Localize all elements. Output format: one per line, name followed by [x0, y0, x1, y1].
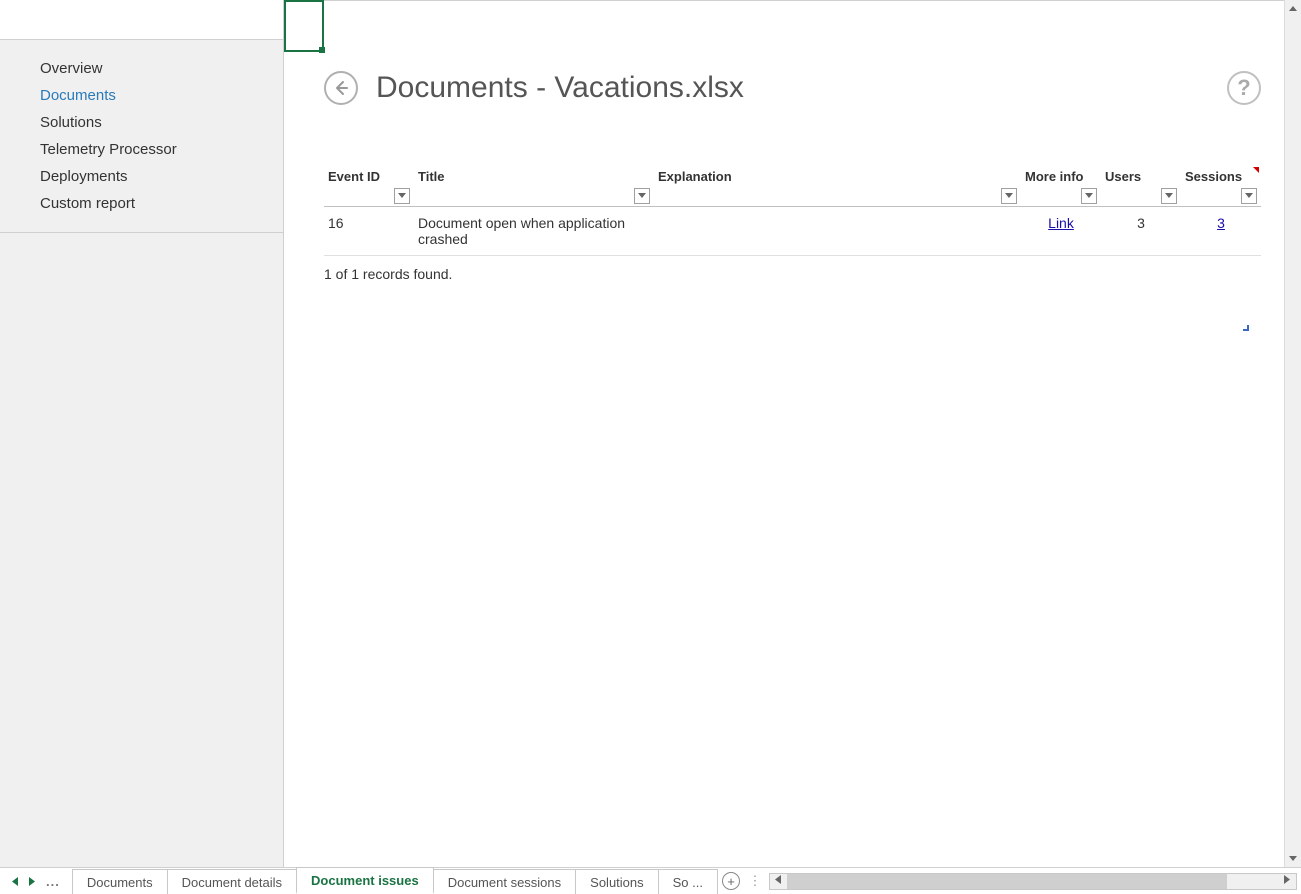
chevron-up-icon	[1289, 5, 1297, 13]
sheet-tab-overflow[interactable]: So ...	[658, 869, 718, 894]
nav-item-custom-report[interactable]: Custom report	[0, 190, 283, 217]
sheet-tab-bar: ... Documents Document details Document …	[0, 867, 1301, 894]
help-button[interactable]: ?	[1227, 71, 1261, 105]
scroll-up-button[interactable]	[1285, 0, 1301, 17]
cell-explanation	[654, 207, 1021, 256]
arrow-left-icon	[332, 79, 350, 97]
plus-icon: +	[722, 872, 740, 890]
chevron-down-icon	[638, 192, 646, 200]
nav-item-telemetry-processor[interactable]: Telemetry Processor	[0, 136, 283, 163]
sheet-tab-document-issues[interactable]: Document issues	[296, 867, 434, 894]
col-explanation-label: Explanation	[658, 169, 732, 184]
sheet-nav-controls: ...	[0, 868, 72, 894]
scroll-track[interactable]	[1285, 17, 1301, 850]
nav-item-overview[interactable]: Overview	[0, 55, 283, 82]
sidebar-header	[0, 0, 283, 40]
page-title: Documents - Vacations.xlsx	[376, 71, 744, 105]
triangle-left-icon	[12, 877, 19, 886]
vertical-scrollbar[interactable]	[1284, 0, 1301, 867]
col-event-id: Event ID	[324, 165, 414, 207]
comment-indicator-icon	[1253, 167, 1259, 173]
col-sessions-label: Sessions	[1185, 169, 1242, 184]
chevron-down-icon	[1245, 192, 1253, 200]
question-icon: ?	[1237, 75, 1250, 101]
chevron-down-icon	[398, 192, 406, 200]
col-event-id-label: Event ID	[328, 169, 380, 184]
nav-list: Overview Documents Solutions Telemetry P…	[0, 40, 283, 232]
sidebar: Overview Documents Solutions Telemetry P…	[0, 0, 284, 867]
tab-bar-drag-handle[interactable]: ⋮	[745, 868, 765, 894]
page-header: Documents - Vacations.xlsx ?	[284, 1, 1301, 105]
sheet-tab-solutions[interactable]: Solutions	[575, 869, 658, 894]
chevron-down-icon	[1005, 192, 1013, 200]
filter-event-id[interactable]	[394, 188, 410, 204]
sheet-nav-prev[interactable]	[12, 874, 19, 889]
chevron-down-icon	[1165, 192, 1173, 200]
chevron-down-icon	[1289, 855, 1297, 863]
triangle-left-icon	[775, 875, 782, 884]
events-table: Event ID Title Explanation	[324, 165, 1261, 256]
chevron-down-icon	[1085, 192, 1093, 200]
cell-event-id: 16	[324, 207, 414, 256]
hscroll-thumb[interactable]	[787, 874, 1227, 889]
col-more-info-label: More info	[1025, 169, 1084, 184]
col-more-info: More info	[1021, 165, 1101, 207]
active-cell-indicator[interactable]	[284, 0, 324, 52]
cell-users: 3	[1101, 207, 1181, 256]
nav-item-documents[interactable]: Documents	[0, 82, 283, 109]
col-explanation: Explanation	[654, 165, 1021, 207]
filter-more-info[interactable]	[1081, 188, 1097, 204]
more-info-link[interactable]: Link	[1048, 215, 1074, 231]
table-resize-handle[interactable]	[1243, 325, 1249, 331]
events-table-container: Event ID Title Explanation	[324, 165, 1261, 256]
nav-item-solutions[interactable]: Solutions	[0, 109, 283, 136]
col-title: Title	[414, 165, 654, 207]
sheet-tab-documents[interactable]: Documents	[72, 869, 168, 894]
col-users-label: Users	[1105, 169, 1141, 184]
sheet-nav-next[interactable]	[29, 874, 36, 889]
sidebar-lower-panel	[0, 232, 283, 867]
triangle-right-icon	[29, 877, 36, 886]
sessions-link[interactable]: 3	[1217, 215, 1225, 231]
sheet-tab-document-sessions[interactable]: Document sessions	[433, 869, 576, 894]
cell-fill-handle[interactable]	[319, 47, 325, 53]
sheet-tabs: Documents Document details Document issu…	[72, 868, 717, 894]
col-users: Users	[1101, 165, 1181, 207]
cell-sessions: 3	[1181, 207, 1261, 256]
hscroll-track[interactable]	[787, 874, 1279, 889]
main-content: Documents - Vacations.xlsx ? Event ID	[284, 0, 1301, 867]
nav-item-deployments[interactable]: Deployments	[0, 163, 283, 190]
scroll-right-button[interactable]	[1279, 875, 1296, 887]
back-button[interactable]	[324, 71, 358, 105]
table-row: 16 Document open when application crashe…	[324, 207, 1261, 256]
add-sheet-button[interactable]: +	[717, 868, 745, 894]
filter-users[interactable]	[1161, 188, 1177, 204]
triangle-right-icon	[1284, 875, 1291, 884]
cell-more-info: Link	[1021, 207, 1101, 256]
records-found-label: 1 of 1 records found.	[324, 266, 1261, 282]
filter-title[interactable]	[634, 188, 650, 204]
horizontal-scrollbar[interactable]	[769, 873, 1297, 890]
scroll-left-button[interactable]	[770, 875, 787, 887]
col-title-label: Title	[418, 169, 445, 184]
table-header-row: Event ID Title Explanation	[324, 165, 1261, 207]
filter-explanation[interactable]	[1001, 188, 1017, 204]
cell-title: Document open when application crashed	[414, 207, 654, 256]
scroll-down-button[interactable]	[1285, 850, 1301, 867]
filter-sessions[interactable]	[1241, 188, 1257, 204]
col-sessions: Sessions	[1181, 165, 1261, 207]
sheet-tab-document-details[interactable]: Document details	[167, 869, 297, 894]
sheet-nav-more[interactable]: ...	[46, 874, 60, 889]
